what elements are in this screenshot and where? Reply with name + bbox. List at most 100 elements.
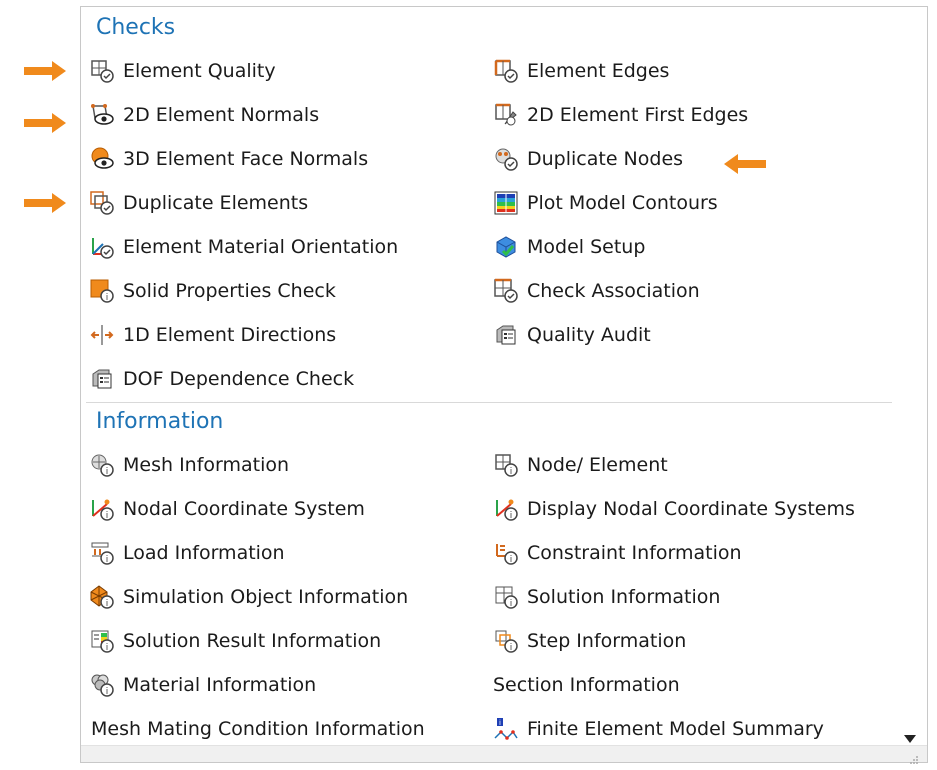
menu-item-solution-result-information[interactable]: i Solution Result Information (89, 624, 381, 658)
plot-model-contours-icon (493, 190, 519, 216)
menu-item-label: 2D Element First Edges (527, 104, 749, 126)
menu-item-label: Mesh Information (123, 454, 290, 476)
menu-item-label: Solution Result Information (123, 630, 382, 652)
finite-element-model-summary-icon: i (493, 716, 519, 742)
menu-item-label: Node/ Element (527, 454, 668, 476)
menu-item-label: Mesh Mating Condition Information (91, 718, 425, 740)
svg-text:i: i (106, 293, 109, 303)
menu-item-dof-dependence-check[interactable]: DOF Dependence Check (89, 362, 354, 396)
element-material-orientation-icon (89, 234, 115, 260)
menu-item-label: DOF Dependence Check (123, 368, 355, 390)
scroll-down-button[interactable] (903, 729, 917, 743)
ribbon-dropdown-panel: Checks Element Quality Element Edges 2D … (80, 6, 928, 764)
menu-item-label: Step Information (527, 630, 687, 652)
svg-text:i: i (106, 687, 109, 697)
menu-item-label: Quality Audit (527, 324, 651, 346)
svg-text:i: i (510, 555, 513, 565)
quality-audit-icon (493, 322, 519, 348)
svg-text:i: i (106, 643, 109, 653)
menu-item-label: 1D Element Directions (123, 324, 337, 346)
menu-item-model-setup[interactable]: Model Setup (493, 230, 645, 264)
menu-item-display-nodal-coordinate-systems[interactable]: i Display Nodal Coordinate Systems (493, 492, 855, 526)
svg-text:i: i (106, 555, 109, 565)
menu-item-check-association[interactable]: Check Association (493, 274, 700, 308)
menu-item-2d-element-normals[interactable]: 2D Element Normals (89, 98, 319, 132)
mesh-information-icon: i (89, 452, 115, 478)
menu-item-element-material-orientation[interactable]: Element Material Orientation (89, 230, 398, 264)
menu-item-constraint-information[interactable]: i Constraint Information (493, 536, 742, 570)
node-element-icon: i (493, 452, 519, 478)
menu-item-plot-model-contours[interactable]: Plot Model Contours (493, 186, 718, 220)
menu-item-mesh-information[interactable]: i Mesh Information (89, 448, 289, 482)
menu-item-label: Finite Element Model Summary (527, 718, 824, 740)
nodal-coordinate-system-icon: i (89, 496, 115, 522)
svg-text:i: i (106, 599, 109, 609)
svg-text:i: i (106, 467, 109, 477)
annotation-arrow-right-icon (22, 192, 68, 214)
menu-item-label: Load Information (123, 542, 285, 564)
menu-item-label: Duplicate Elements (123, 192, 309, 214)
section-title-information: Information (96, 409, 224, 434)
menu-item-label: Element Edges (527, 60, 670, 82)
resize-grip-bar[interactable] (81, 745, 927, 764)
svg-text:i: i (510, 511, 513, 521)
2d-element-first-edges-icon (493, 102, 519, 128)
menu-item-label: Display Nodal Coordinate Systems (527, 498, 855, 520)
menu-item-3d-element-face-normals[interactable]: 3D Element Face Normals (89, 142, 368, 176)
menu-item-element-edges[interactable]: Element Edges (493, 54, 669, 88)
resize-grip-icon[interactable] (909, 750, 919, 764)
menu-item-label: Material Information (123, 674, 317, 696)
dof-dependence-check-icon (89, 366, 115, 392)
menu-item-solution-information[interactable]: i Solution Information (493, 580, 720, 614)
menu-item-step-information[interactable]: i Step Information (493, 624, 686, 658)
menu-item-label: Element Material Orientation (123, 236, 399, 258)
menu-item-finite-element-model-summary[interactable]: i Finite Element Model Summary (493, 712, 824, 746)
menu-item-2d-element-first-edges[interactable]: 2D Element First Edges (493, 98, 748, 132)
menu-item-mesh-mating-condition-information[interactable]: Mesh Mating Condition Information (91, 712, 425, 746)
check-association-icon (493, 278, 519, 304)
menu-item-simulation-object-information[interactable]: i Simulation Object Information (89, 580, 408, 614)
menu-item-label: 3D Element Face Normals (123, 148, 369, 170)
menu-item-material-information[interactable]: i Material Information (89, 668, 316, 702)
svg-text:i: i (510, 599, 513, 609)
menu-item-section-information[interactable]: Section Information (493, 668, 680, 702)
menu-item-label: Constraint Information (527, 542, 742, 564)
menu-item-label: Nodal Coordinate System (123, 498, 365, 520)
menu-item-label: Plot Model Contours (527, 192, 718, 214)
duplicate-elements-icon (89, 190, 115, 216)
constraint-information-icon: i (493, 540, 519, 566)
menu-item-label: Simulation Object Information (123, 586, 409, 608)
solution-result-information-icon: i (89, 628, 115, 654)
menu-item-element-quality[interactable]: Element Quality (89, 54, 276, 88)
display-nodal-coordinate-systems-icon: i (493, 496, 519, 522)
element-edges-icon (493, 58, 519, 84)
annotation-arrow-left-icon (722, 153, 768, 175)
simulation-object-information-icon: i (89, 584, 115, 610)
step-information-icon: i (493, 628, 519, 654)
annotation-arrow-right-icon (22, 60, 68, 82)
menu-item-quality-audit[interactable]: Quality Audit (493, 318, 651, 352)
2d-element-normals-icon (89, 102, 115, 128)
section-divider (86, 402, 892, 403)
menu-item-nodal-coordinate-system[interactable]: i Nodal Coordinate System (89, 492, 365, 526)
menu-item-label: Element Quality (123, 60, 276, 82)
menu-item-label: Check Association (527, 280, 700, 302)
menu-item-node-element[interactable]: i Node/ Element (493, 448, 668, 482)
material-information-icon: i (89, 672, 115, 698)
menu-item-label: Solid Properties Check (123, 280, 336, 302)
load-information-icon: i (89, 540, 115, 566)
svg-text:i: i (499, 719, 501, 727)
solution-information-icon: i (493, 584, 519, 610)
menu-item-label: Duplicate Nodes (527, 148, 684, 170)
element-quality-icon (89, 58, 115, 84)
svg-text:i: i (510, 467, 513, 477)
solid-properties-check-icon: i (89, 278, 115, 304)
menu-item-label: Model Setup (527, 236, 646, 258)
1d-element-directions-icon (89, 322, 115, 348)
menu-item-1d-element-directions[interactable]: 1D Element Directions (89, 318, 336, 352)
menu-item-duplicate-elements[interactable]: Duplicate Elements (89, 186, 308, 220)
menu-item-solid-properties-check[interactable]: i Solid Properties Check (89, 274, 336, 308)
menu-item-load-information[interactable]: i Load Information (89, 536, 285, 570)
svg-text:i: i (106, 511, 109, 521)
menu-item-duplicate-nodes[interactable]: Duplicate Nodes (493, 142, 683, 176)
